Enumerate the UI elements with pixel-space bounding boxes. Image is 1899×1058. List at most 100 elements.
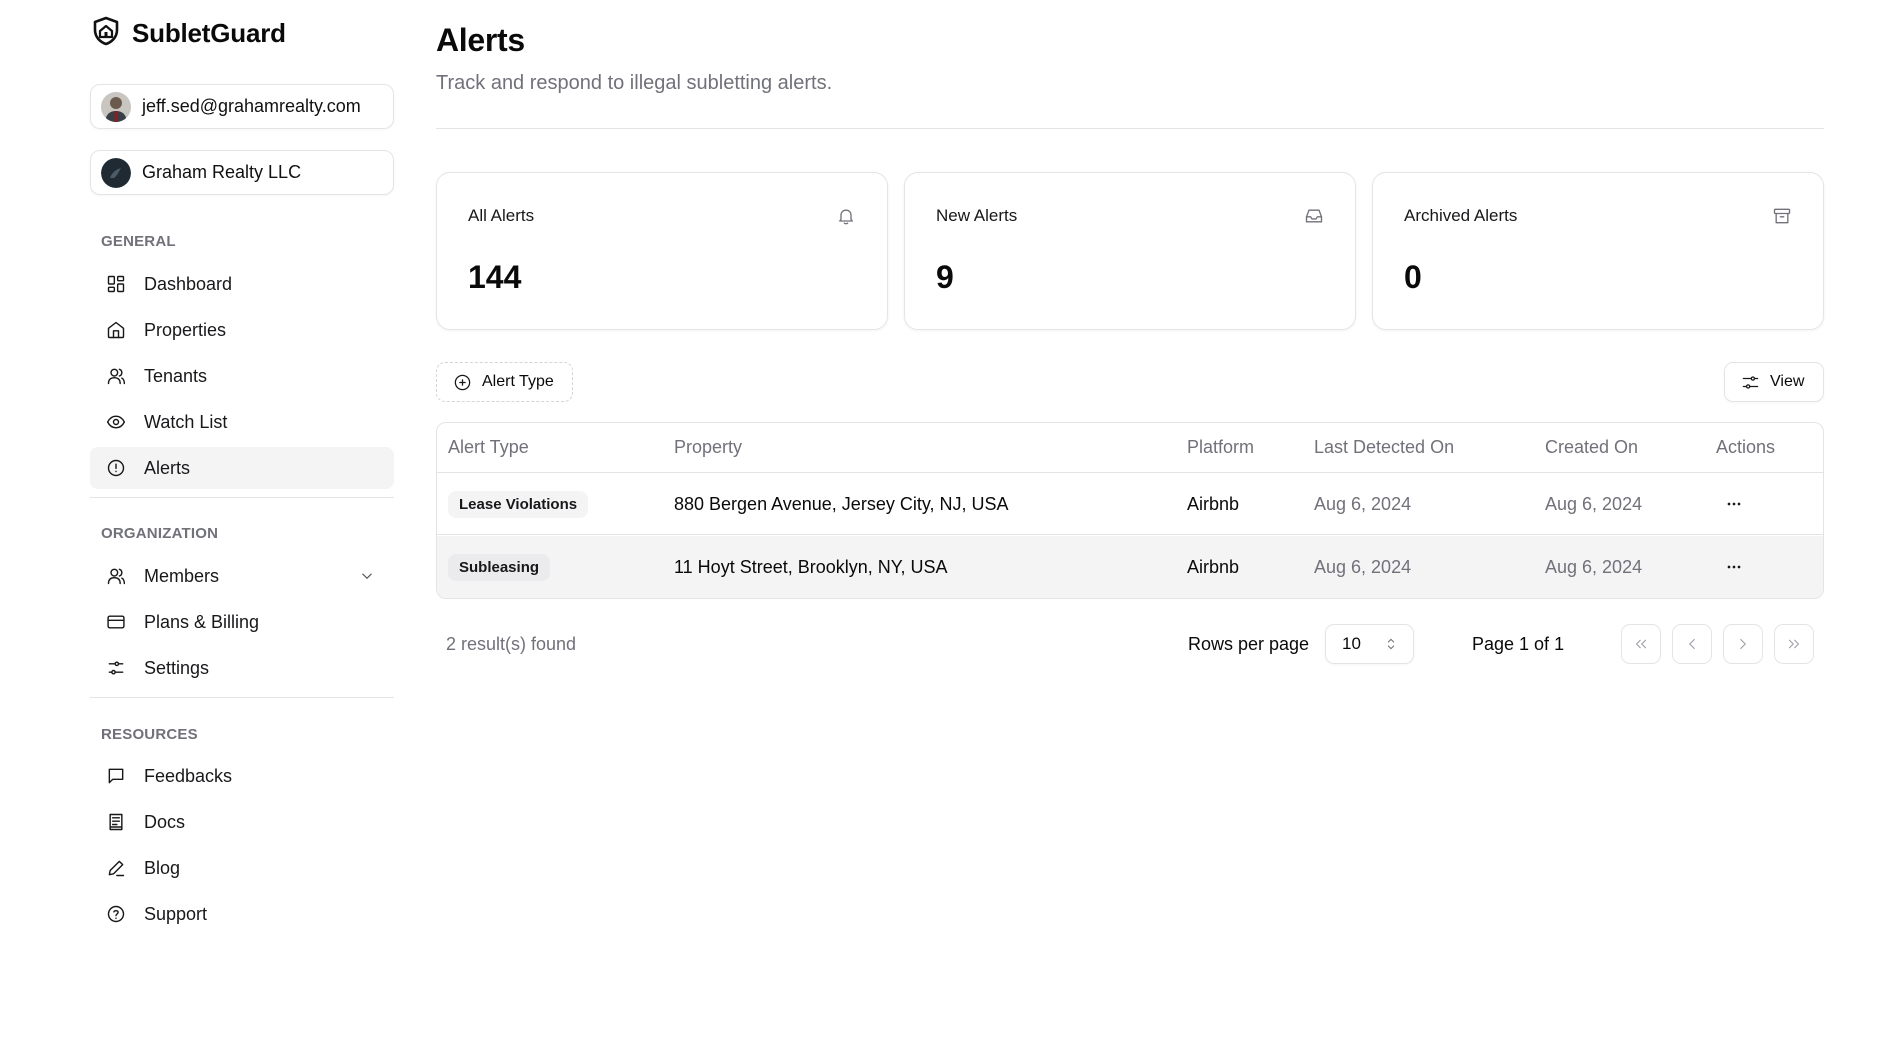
more-actions-icon[interactable]: [1716, 549, 1752, 585]
user-icon: [105, 565, 127, 587]
stat-label: New Alerts: [936, 206, 1018, 225]
credit-card-icon: [105, 611, 127, 633]
column-header-property[interactable]: Property: [674, 423, 742, 472]
alert-type-badge: Lease Violations: [448, 490, 589, 518]
property-cell: 11 Hoyt Street, Brooklyn, NY, USA: [674, 556, 948, 577]
sidebar-item-properties[interactable]: Properties: [90, 309, 394, 351]
page-info: Page 1 of 1: [1472, 634, 1565, 654]
stat-label: Archived Alerts: [1404, 206, 1518, 225]
platform-cell: Airbnb: [1187, 493, 1240, 514]
sidebar-item-label: Tenants: [144, 365, 208, 386]
column-header-created[interactable]: Created On: [1545, 423, 1638, 472]
page-title: Alerts: [436, 22, 525, 58]
avatar: [101, 91, 131, 122]
rows-per-page-select[interactable]: 10: [1325, 624, 1414, 664]
sidebar-item-feedbacks[interactable]: Feedbacks: [90, 755, 394, 797]
divider: [90, 697, 394, 698]
chevron-up-down-icon: [1383, 636, 1399, 652]
next-page-button[interactable]: [1723, 624, 1763, 664]
stat-card-all-alerts: All Alerts 144: [436, 172, 888, 330]
section-label-general: GENERAL: [101, 233, 176, 250]
sidebar-item-blog[interactable]: Blog: [90, 847, 394, 889]
brand[interactable]: SubletGuard: [90, 16, 286, 50]
previous-page-button[interactable]: [1672, 624, 1712, 664]
sidebar-item-watch-list[interactable]: Watch List: [90, 401, 394, 443]
bell-icon: [836, 206, 856, 226]
column-header-alert-type[interactable]: Alert Type: [448, 423, 529, 472]
organization-switcher[interactable]: Graham Realty LLC: [90, 150, 394, 195]
sidebar-item-tenants[interactable]: Tenants: [90, 355, 394, 397]
alert-type-badge: Subleasing: [448, 553, 551, 581]
chevrons-right-icon: [1788, 639, 1800, 649]
divider: [436, 128, 1824, 129]
book-icon: [105, 811, 127, 833]
stat-label: All Alerts: [468, 206, 535, 225]
account-email: jeff.sed@grahamrealty.com: [142, 96, 361, 116]
sidebar-item-dashboard[interactable]: Dashboard: [90, 263, 394, 305]
sidebar-item-support[interactable]: Support: [90, 893, 394, 935]
column-header-last-detected[interactable]: Last Detected On: [1314, 423, 1454, 472]
created-cell: Aug 6, 2024: [1545, 493, 1643, 514]
filter-label: Alert Type: [482, 373, 554, 390]
sidebar-item-label: Properties: [144, 319, 227, 340]
section-label-resources: RESOURCES: [101, 726, 198, 743]
sidebar-item-plans-billing[interactable]: Plans & Billing: [90, 601, 394, 643]
dashboard-icon: [105, 273, 127, 295]
table-row[interactable]: Subleasing 11 Hoyt Street, Brooklyn, NY,…: [437, 536, 1823, 598]
plus-circle-icon: [454, 374, 471, 390]
sidebar-item-label: Settings: [144, 657, 210, 678]
sidebar-item-label: Docs: [144, 811, 186, 832]
last-detected-cell: Aug 6, 2024: [1314, 556, 1412, 577]
archive-icon: [1772, 206, 1792, 226]
pen-icon: [105, 857, 127, 879]
eye-icon: [105, 411, 127, 433]
view-options-button[interactable]: View: [1724, 362, 1824, 402]
more-actions-icon[interactable]: [1716, 486, 1752, 522]
sidebar-item-label: Support: [144, 903, 208, 924]
sidebar-item-label: Dashboard: [144, 273, 233, 294]
page-subtitle: Track and respond to illegal subletting …: [436, 72, 833, 94]
last-page-button[interactable]: [1774, 624, 1814, 664]
divider: [90, 497, 394, 498]
organization-name: Graham Realty LLC: [142, 162, 302, 182]
stat-value: 144: [468, 259, 522, 295]
home-icon: [105, 319, 127, 341]
sidebar-item-docs[interactable]: Docs: [90, 801, 394, 843]
section-label-organization: ORGANIZATION: [101, 525, 219, 542]
table-row[interactable]: Lease Violations 880 Bergen Avenue, Jers…: [437, 474, 1823, 535]
table-header: Alert Type Property Platform Last Detect…: [437, 423, 1823, 473]
message-square-icon: [105, 765, 127, 787]
sidebar-item-members[interactable]: Members: [90, 555, 394, 597]
stat-card-new-alerts: New Alerts 9: [904, 172, 1356, 330]
alert-circle-icon: [105, 457, 127, 479]
sidebar-item-settings[interactable]: Settings: [90, 647, 394, 689]
last-detected-cell: Aug 6, 2024: [1314, 493, 1412, 514]
alerts-table: Alert Type Property Platform Last Detect…: [436, 422, 1824, 599]
settings-sliders-icon: [105, 657, 127, 679]
sidebar-item-label: Blog: [144, 857, 181, 878]
created-cell: Aug 6, 2024: [1545, 556, 1643, 577]
alert-type-filter-button[interactable]: Alert Type: [436, 362, 573, 402]
sidebar-item-label: Members: [144, 565, 220, 586]
platform-cell: Airbnb: [1187, 556, 1240, 577]
stat-card-archived-alerts: Archived Alerts 0: [1372, 172, 1824, 330]
org-avatar: [101, 157, 131, 188]
chevron-right-icon: [1740, 638, 1746, 650]
sidebar-item-label: Plans & Billing: [144, 611, 260, 632]
column-header-platform[interactable]: Platform: [1187, 423, 1254, 472]
account-switcher[interactable]: jeff.sed@grahamrealty.com: [90, 84, 394, 129]
sidebar-item-alerts[interactable]: Alerts: [90, 447, 394, 489]
chevron-down-icon[interactable]: [358, 567, 376, 585]
help-circle-icon: [105, 903, 127, 925]
brand-name: SubletGuard: [132, 17, 286, 48]
user-icon: [105, 365, 127, 387]
chevron-left-icon: [1689, 638, 1695, 650]
first-page-button[interactable]: [1621, 624, 1661, 664]
sidebar-item-label: Watch List: [144, 411, 228, 432]
sliders-icon: [1742, 375, 1759, 389]
rows-per-page-label: Rows per page: [1188, 634, 1310, 654]
results-count: 2 result(s) found: [446, 634, 577, 654]
rows-per-page-value: 10: [1342, 634, 1361, 653]
column-header-actions: Actions: [1716, 437, 1776, 457]
view-label: View: [1770, 373, 1805, 390]
